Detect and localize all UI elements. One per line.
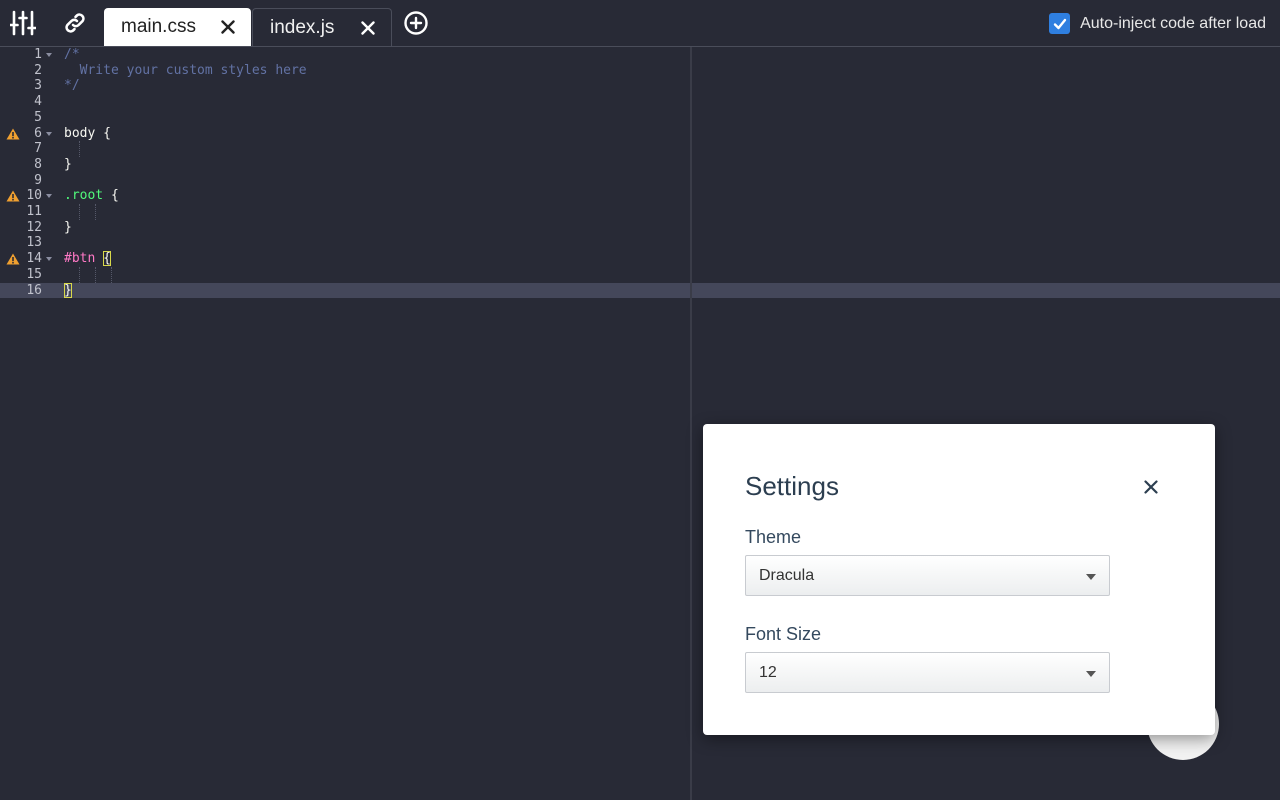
- line-number: 9: [34, 172, 42, 188]
- line-number: 3: [34, 78, 42, 94]
- code-line: 11: [0, 204, 1280, 220]
- line-number: 11: [26, 204, 42, 219]
- code-line: 12 }: [0, 220, 1280, 236]
- font-size-select[interactable]: 12: [745, 652, 1110, 693]
- theme-label: Theme: [745, 527, 802, 547]
- chevron-down-icon: [1086, 671, 1096, 677]
- checkmark-icon: [1053, 18, 1066, 29]
- fold-arrow-icon[interactable]: [46, 53, 52, 57]
- css-id-selector: #btn: [64, 251, 96, 267]
- font-size-label: Font Size: [745, 624, 822, 644]
- line-number: 4: [34, 94, 42, 110]
- settings-dialog: Settings Theme Dracula Font Size 12: [703, 424, 1215, 735]
- indent-guide: [79, 204, 81, 220]
- code-line: 7: [0, 141, 1280, 158]
- code-line: 14 #btn {: [0, 251, 1280, 267]
- code-line: 1 /*: [0, 47, 1280, 63]
- matching-bracket: {: [103, 251, 111, 267]
- indent-guide: [79, 141, 81, 158]
- link-icon: [65, 13, 85, 33]
- auto-inject-checkbox[interactable]: [1049, 13, 1071, 34]
- code-line: 4: [0, 94, 1280, 110]
- code-text: Write your custom styles here: [64, 62, 307, 78]
- code-text: }: [64, 219, 72, 235]
- line-number: 5: [34, 109, 42, 125]
- tab-index-js[interactable]: index.js: [252, 8, 392, 46]
- line-number: 7: [34, 141, 42, 157]
- sliders-icon: [10, 10, 36, 36]
- line-number: 13: [26, 235, 42, 251]
- code-text: /*: [64, 47, 80, 62]
- code-text: }: [64, 282, 72, 299]
- code-text: .root {: [64, 188, 119, 204]
- code-text: */: [64, 78, 80, 94]
- code-line: 9: [0, 173, 1280, 189]
- font-size-value: 12: [759, 664, 777, 681]
- theme-value: Dracula: [759, 567, 815, 584]
- line-number: 2: [34, 62, 42, 78]
- theme-select[interactable]: Dracula: [745, 555, 1110, 596]
- active-code-line: 16 }: [0, 282, 1280, 299]
- css-class-selector: .root: [64, 188, 104, 204]
- line-number: 1: [34, 47, 42, 62]
- close-icon[interactable]: [1144, 480, 1158, 494]
- code-text: #btn {: [64, 251, 111, 267]
- code-line: 6 body {: [0, 126, 1280, 142]
- code-line: 15: [0, 266, 1280, 283]
- code-line: 13: [0, 235, 1280, 251]
- tab-label: index.js: [270, 17, 335, 38]
- settings-title: Settings: [745, 471, 839, 501]
- indent-guide: [79, 266, 81, 283]
- fold-arrow-icon[interactable]: [46, 131, 52, 136]
- code-text: body {: [64, 125, 111, 141]
- matching-bracket: }: [64, 282, 72, 298]
- line-number: 6: [34, 125, 42, 141]
- tab-main-css[interactable]: main.css: [104, 8, 251, 46]
- indent-guide: [95, 266, 97, 283]
- add-tab-button[interactable]: [401, 8, 431, 38]
- line-number: 10: [26, 188, 42, 204]
- code-text: }: [64, 156, 72, 172]
- code-editor[interactable]: 1 /* 2 Write your custom styles here 3 *…: [0, 47, 1280, 800]
- line-number: 14: [26, 251, 42, 267]
- settings-button[interactable]: [8, 8, 38, 38]
- link-button[interactable]: [60, 8, 90, 38]
- chevron-down-icon: [1086, 574, 1096, 580]
- plus-circle-icon: [404, 11, 428, 35]
- code-line: 5: [0, 110, 1280, 126]
- close-icon[interactable]: [361, 21, 375, 35]
- tab-label: main.css: [121, 16, 196, 37]
- pane-divider[interactable]: [690, 47, 692, 800]
- auto-inject-label: Auto-inject code after load: [1080, 14, 1266, 32]
- fold-arrow-icon[interactable]: [46, 257, 52, 262]
- auto-inject-toggle[interactable]: Auto-inject code after load: [1049, 13, 1266, 34]
- indent-guide: [95, 204, 97, 220]
- indent-guide: [111, 266, 113, 283]
- code-line: 10 .root {: [0, 188, 1280, 204]
- code-line: 8 }: [0, 157, 1280, 173]
- code-line: 2 Write your custom styles here: [0, 63, 1280, 79]
- line-number: 12: [26, 219, 42, 235]
- top-toolbar: main.css index.js Auto-inject code after…: [0, 0, 1280, 47]
- close-icon[interactable]: [221, 20, 235, 34]
- fold-arrow-icon[interactable]: [46, 194, 52, 199]
- code-line: 3 */: [0, 78, 1280, 94]
- line-number: 16: [26, 282, 42, 298]
- line-number: 15: [26, 266, 42, 282]
- line-number: 8: [34, 156, 42, 172]
